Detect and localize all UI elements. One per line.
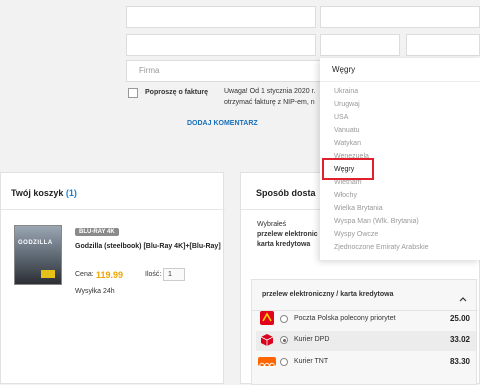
add-comment-link[interactable]: DODAJ KOMENTARZ bbox=[187, 120, 258, 127]
tnt-icon bbox=[258, 357, 276, 369]
form-field-2[interactable] bbox=[320, 6, 480, 28]
tnt-price: 83.30 bbox=[449, 357, 470, 366]
country-option[interactable]: Watykan bbox=[334, 140, 361, 147]
payment-method-header: przelew elektroniczny / karta kredytowa bbox=[262, 291, 394, 298]
delivery-title: Sposób dosta bbox=[256, 188, 316, 198]
country-option[interactable]: Wyspy Owcze bbox=[334, 231, 378, 238]
chosen-method-1: przelew elektronic bbox=[257, 231, 318, 238]
product-price: 119.99 bbox=[96, 270, 124, 280]
qty-input[interactable]: 1 bbox=[163, 268, 185, 281]
country-option[interactable]: Ukraina bbox=[334, 88, 358, 95]
invoice-label[interactable]: Poproszę o fakturę bbox=[145, 89, 208, 96]
form-field-1[interactable] bbox=[126, 6, 316, 28]
country-option[interactable]: Włochy bbox=[334, 192, 357, 199]
country-option[interactable]: Wietnam bbox=[334, 179, 362, 186]
cover-title: GODZILLA bbox=[18, 240, 53, 246]
form-field-3[interactable] bbox=[126, 34, 316, 56]
form-field-5[interactable] bbox=[406, 34, 480, 56]
invoice-checkbox[interactable] bbox=[128, 88, 138, 98]
price-label: Cena: bbox=[75, 271, 94, 278]
dpd-radio[interactable] bbox=[280, 336, 288, 344]
invoice-notice-2: otrzymać fakturę z NIP-em, n bbox=[224, 99, 315, 106]
chosen-method-2: karta kredytowa bbox=[257, 241, 311, 248]
cart-panel: Twój koszyk (1) GODZILLA BLU-RAY 4K Godz… bbox=[0, 172, 225, 384]
product-title[interactable]: Godzilla (steelbook) [Blu-Ray 4K]+[Blu-R… bbox=[75, 242, 221, 252]
country-option[interactable]: Wyspa Man (Wlk. Brytania) bbox=[334, 218, 419, 225]
poczta-polska-icon bbox=[260, 311, 274, 325]
cart-divider bbox=[1, 209, 225, 210]
company-placeholder: Firma bbox=[139, 66, 160, 75]
dpd-icon bbox=[260, 333, 274, 347]
poczta-price: 25.00 bbox=[449, 314, 470, 323]
cart-count: (1) bbox=[65, 188, 77, 198]
cart-title-text: Twój koszyk bbox=[11, 188, 64, 198]
qty-value: 1 bbox=[168, 271, 172, 278]
country-option[interactable]: Zjednoczone Emiraty Arabskie bbox=[334, 244, 429, 251]
country-option[interactable]: USA bbox=[334, 114, 348, 121]
shipping-option-dpd[interactable]: Kurier DPD 33.02 bbox=[256, 331, 476, 351]
shipping-time: Wysyłka 24h bbox=[75, 288, 115, 295]
poczta-label: Poczta Polska polecony priorytet bbox=[294, 315, 396, 322]
chevron-up-icon[interactable] bbox=[459, 290, 467, 302]
country-select-current[interactable]: Węgry bbox=[320, 58, 480, 82]
tnt-radio[interactable] bbox=[280, 358, 288, 366]
product-badge: BLU-RAY 4K bbox=[75, 228, 119, 236]
tnt-label: Kurier TNT bbox=[294, 358, 329, 365]
highlight-box bbox=[322, 158, 374, 180]
shipping-option-tnt[interactable]: Kurier TNT 83.30 bbox=[256, 353, 476, 373]
dpd-price: 33.02 bbox=[449, 335, 470, 344]
form-field-4[interactable] bbox=[320, 34, 400, 56]
cart-title: Twój koszyk (1) bbox=[11, 188, 77, 198]
product-cover[interactable]: GODZILLA bbox=[14, 225, 62, 285]
country-selected-value: Węgry bbox=[332, 65, 356, 74]
dpd-label: Kurier DPD bbox=[294, 336, 330, 343]
qty-label: Ilość: bbox=[145, 271, 162, 278]
company-field[interactable]: Firma bbox=[126, 60, 322, 82]
shipping-option-poczta[interactable]: Poczta Polska polecony priorytet 25.00 bbox=[256, 310, 476, 330]
country-option[interactable]: Wielka Brytania bbox=[334, 205, 383, 212]
cover-badge bbox=[41, 270, 55, 278]
invoice-notice-1: Uwaga! Od 1 stycznia 2020 r. bbox=[224, 88, 316, 95]
poczta-radio[interactable] bbox=[280, 315, 288, 323]
country-option[interactable]: Vanuatu bbox=[334, 127, 360, 134]
country-option[interactable]: Urugwaj bbox=[334, 101, 360, 108]
chosen-prefix: Wybrałeś bbox=[257, 221, 287, 228]
